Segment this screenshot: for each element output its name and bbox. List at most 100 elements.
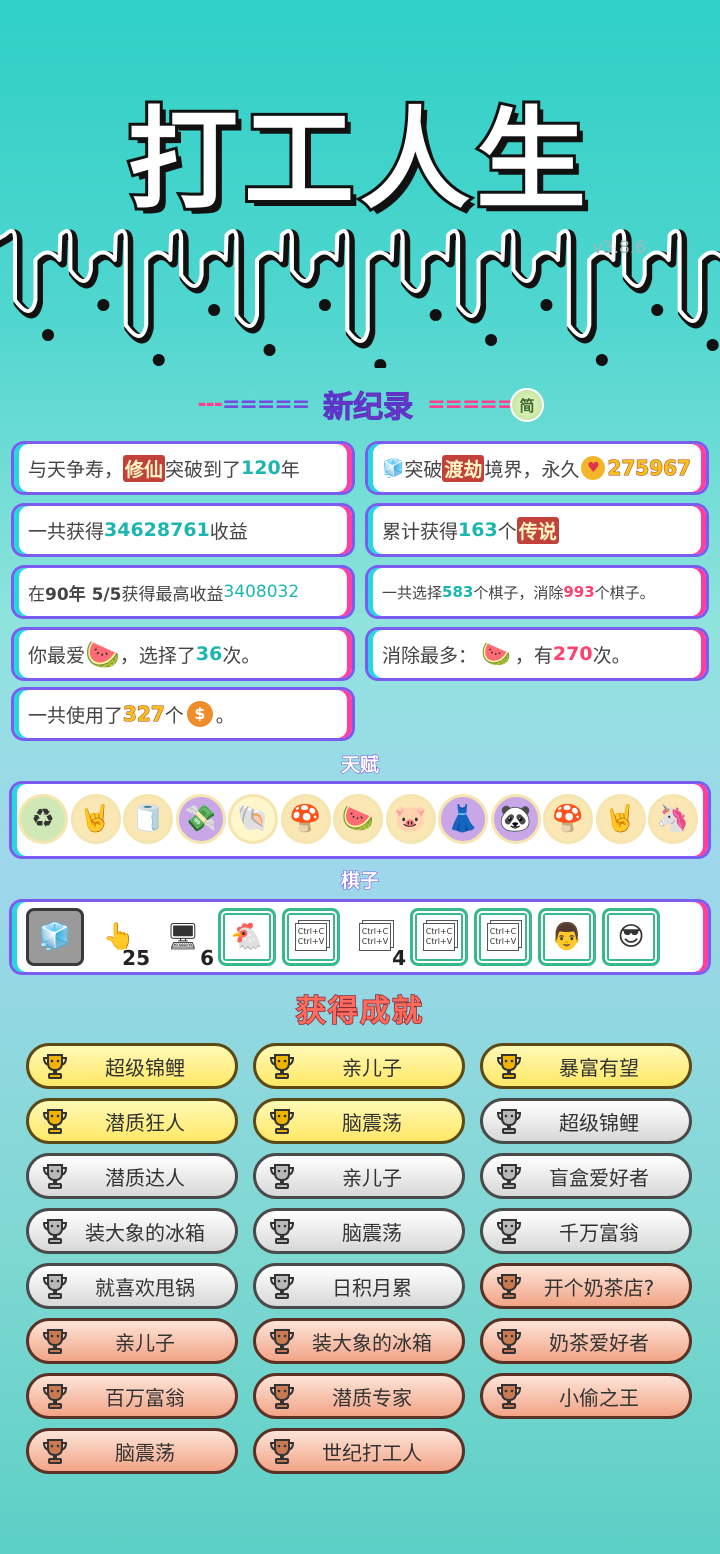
achievement-name: 就喜欢甩锅 — [95, 1275, 195, 1300]
piggy-bank-icon[interactable]: 🐷 — [385, 794, 436, 844]
achievement-name: 亲儿子 — [342, 1165, 402, 1190]
copy-paste-icon[interactable]: Ctrl+C Ctrl+V — [474, 908, 532, 966]
record-title: 新纪录 — [323, 390, 414, 426]
achievement-badge[interactable]: 亲儿子 — [26, 1318, 238, 1364]
achievement-name: 奶茶爱好者 — [549, 1330, 649, 1355]
rock-hand-icon[interactable]: 🤘 — [70, 794, 121, 844]
copy-paste-label: Ctrl+C Ctrl+V — [422, 923, 456, 951]
panda-icon[interactable]: 🐼 — [490, 794, 541, 844]
achievement-badge[interactable]: 亲儿子 — [253, 1043, 465, 1089]
stat-number: 275967 — [607, 456, 691, 481]
achievement-name: 潜质专家 — [332, 1385, 412, 1410]
fridge-icon[interactable]: 🧊 — [26, 908, 84, 966]
stat-number: 163 — [458, 519, 498, 541]
man-face-icon[interactable]: 👨 — [538, 908, 596, 966]
achievement-badge[interactable]: 装大象的冰箱 — [253, 1318, 465, 1364]
achievement-name: 日积月累 — [332, 1275, 412, 1300]
rock-hand-icon[interactable]: 🤘 — [595, 794, 646, 844]
stat-card-legend-count: 累计获得 163 个 传说 — [368, 506, 706, 554]
skirt-icon[interactable]: 👗 — [438, 794, 488, 844]
achievement-badge[interactable]: 千万富翁 — [480, 1208, 692, 1254]
achievement-badge[interactable]: 小偷之王 — [480, 1373, 692, 1419]
stat-card-coins-used: 一共使用了 327 个 $ 。 — [14, 690, 352, 738]
shell-icon[interactable]: 🐚 — [228, 794, 278, 844]
stat-text: 境界，永久 — [484, 458, 580, 481]
stat-text: 与天争寿， — [28, 458, 124, 481]
pieces-strip: 🧊 👆 25 🖥 6 🐔 Ctrl+C Ctrl+V Ctrl+C Ctrl+V 4 Ctrl+C Ct… — [12, 902, 708, 972]
mushroom-cloud-icon[interactable]: 🍄 — [543, 794, 593, 844]
stat-text: 次。 — [222, 644, 261, 667]
trophy-icon — [491, 1268, 527, 1304]
trophy-icon — [37, 1213, 73, 1249]
achievement-badge[interactable]: 日积月累 — [253, 1263, 465, 1309]
achievement-badge[interactable]: 装大象的冰箱 — [26, 1208, 238, 1254]
tissue-box-icon[interactable]: 🧻 — [123, 794, 173, 844]
stat-text: 在 — [28, 584, 45, 605]
achievement-badge[interactable]: 就喜欢甩锅 — [26, 1263, 238, 1309]
stat-number: 993 — [563, 583, 595, 601]
achievement-name: 潜质狂人 — [105, 1110, 185, 1135]
copy-paste-icon[interactable]: Ctrl+C Ctrl+V — [410, 908, 468, 966]
achievement-badge[interactable]: 超级锦鲤 — [480, 1098, 692, 1144]
stat-highlight: 传说 — [516, 516, 559, 544]
stat-text: 一共获得 — [28, 520, 105, 543]
achievement-badge[interactable]: 脑震荡 — [253, 1098, 465, 1144]
piece-count: 6 — [199, 945, 215, 971]
pointing-hand-icon[interactable]: 👆 25 — [90, 908, 151, 971]
achievement-badge[interactable]: 奶茶爱好者 — [480, 1318, 692, 1364]
achievement-badge[interactable]: 潜质专家 — [253, 1373, 465, 1419]
sunglasses-face-icon[interactable]: 😎 — [602, 908, 660, 966]
piece-count: 4 — [391, 945, 407, 971]
achievement-badge[interactable]: 脑震荡 — [26, 1428, 238, 1474]
achievement-name: 超级锦鲤 — [105, 1055, 185, 1080]
achievement-badge[interactable]: 超级锦鲤 — [26, 1043, 238, 1089]
stat-text: 个 — [497, 520, 517, 543]
recycle-icon[interactable]: ♻ — [18, 794, 68, 844]
achievement-name: 脑震荡 — [342, 1220, 402, 1245]
achievement-badge[interactable]: 开个奶茶店? — [480, 1263, 692, 1309]
server-icon[interactable]: 🖥 6 — [154, 908, 215, 971]
unicorn-icon[interactable]: 🦄 — [648, 794, 698, 844]
stat-highlight: 渡劫 — [442, 454, 485, 482]
stat-highlight: 修仙 — [123, 454, 166, 482]
achievement-badge[interactable]: 潜质狂人 — [26, 1098, 238, 1144]
trophy-icon — [37, 1158, 73, 1194]
copy-paste-icon[interactable]: Ctrl+C Ctrl+V 4 — [346, 908, 407, 971]
trophy-icon — [264, 1323, 300, 1359]
stat-text: 突破到了 — [165, 458, 242, 481]
simplified-toggle-button[interactable]: 简 — [510, 388, 544, 422]
achievement-badge[interactable]: 脑震荡 — [253, 1208, 465, 1254]
mushroom-cloud-icon[interactable]: 🍄 — [280, 794, 331, 844]
achievement-badge[interactable]: 盲盒爱好者 — [480, 1153, 692, 1199]
stat-number: 3408032 — [223, 582, 300, 602]
trophy-icon — [264, 1103, 300, 1139]
achievement-badge[interactable]: 世纪打工人 — [253, 1428, 465, 1474]
copy-paste-icon[interactable]: Ctrl+C Ctrl+V — [282, 908, 340, 966]
stat-text: ，选择了 — [119, 644, 196, 667]
stat-number: 270 — [552, 643, 593, 665]
trophy-icon — [264, 1268, 300, 1304]
stat-text: 个 — [164, 704, 184, 727]
money-pattern-icon[interactable]: 💸 — [175, 794, 226, 844]
stat-card-favorite: 你最爱 🍉 ，选择了 36 次。 — [14, 630, 352, 678]
achievement-name: 亲儿子 — [115, 1330, 175, 1355]
chicken-face-icon[interactable]: 🐔 — [218, 908, 276, 966]
achievement-badge[interactable]: 亲儿子 — [253, 1153, 465, 1199]
stat-number: 34628761 — [104, 519, 210, 541]
achievement-name: 装大象的冰箱 — [85, 1220, 205, 1245]
achievement-name: 暴富有望 — [559, 1055, 639, 1080]
achievement-badge[interactable]: 暴富有望 — [480, 1043, 692, 1089]
trophy-icon — [264, 1213, 300, 1249]
stat-text: 获得最高收益 — [121, 584, 224, 605]
stat-card-pieces: 一共选择 583 个棋子，消除 993 个棋子。 — [368, 568, 706, 616]
achievement-badge[interactable]: 潜质达人 — [26, 1153, 238, 1199]
achievement-badge[interactable]: 百万富翁 — [26, 1373, 238, 1419]
fruit-basket-icon[interactable]: 🍉 — [333, 794, 383, 844]
talents-strip: ♻ 🤘 🧻 💸 🐚 🍄 🍉 🐷 👗 🐼 🍄 🤘 🦄 — [12, 784, 708, 856]
trophy-icon — [491, 1378, 527, 1414]
version-label: v3.8.6 — [592, 238, 646, 258]
trophy-icon — [264, 1433, 300, 1469]
stat-text: ，有 — [514, 644, 553, 667]
stat-card-total-income: 一共获得 34628761 收益 — [14, 506, 352, 554]
stat-text: 累计获得 — [382, 520, 459, 543]
